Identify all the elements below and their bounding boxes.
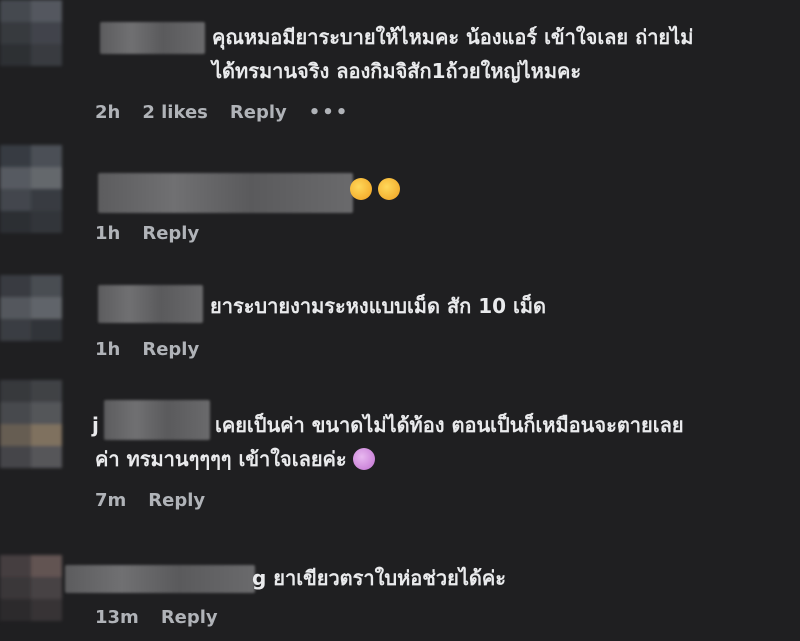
- rolling-laughing-icon: [378, 178, 400, 200]
- reply-button[interactable]: Reply: [230, 102, 287, 123]
- avatar[interactable]: [0, 380, 62, 468]
- likes-count[interactable]: 2 likes: [142, 102, 208, 123]
- comment-time: 7m: [95, 490, 127, 511]
- screaming-face-icon: [352, 448, 375, 470]
- comment-text-line-1: เคยเป็นค่า ขนาดไม่ได้ท้อง ตอนเป็นก็เหมือ…: [215, 413, 684, 437]
- comment-text-line-1: คุณหมอมียาระบายให้ไหมคะ น้องแอร์ เข้าใจเ…: [212, 25, 694, 49]
- comment-meta: 13m Reply: [95, 607, 218, 628]
- reply-button[interactable]: Reply: [161, 607, 218, 628]
- comment-item: j เคยเป็นค่า ขนาดไม่ได้ท้อง ตอนเป็นก็เหม…: [0, 380, 800, 530]
- avatar[interactable]: [0, 0, 62, 66]
- commenter-name[interactable]: [104, 400, 210, 440]
- reply-button[interactable]: Reply: [148, 490, 205, 511]
- comment-text-line-2-row: ค่า ทรมานๆๆๆๆ เข้าใจเลยค่ะ: [95, 444, 375, 474]
- grinning-squint-icon: [350, 178, 372, 200]
- comment-item: คุณหมอมียาระบายให้ไหมคะ น้องแอร์ เข้าใจเ…: [0, 0, 800, 130]
- comment-text-line-1: g ยาเขียวตราใบห่อช่วยได้ค่ะ: [252, 566, 506, 590]
- comment-emoji-row: [350, 178, 400, 200]
- comment-meta: 1h Reply: [95, 339, 199, 360]
- reply-button[interactable]: Reply: [142, 339, 199, 360]
- commenter-name[interactable]: [100, 22, 205, 54]
- comment-item: 1h Reply: [0, 145, 800, 255]
- commenter-name[interactable]: [98, 173, 353, 213]
- comment-text-line-1: ยาระบายงามระหงแบบเม็ด สัก 10 เม็ด: [210, 294, 547, 318]
- comment-time: 1h: [95, 223, 121, 244]
- comment-time: 1h: [95, 339, 121, 360]
- commenter-name[interactable]: [65, 565, 255, 593]
- avatar[interactable]: [0, 275, 62, 341]
- comment-meta: 7m Reply: [95, 490, 205, 511]
- comment-meta: 2h 2 likes Reply •••: [95, 102, 349, 123]
- comment-meta: 1h Reply: [95, 223, 199, 244]
- comment-text-line-2: ค่า ทรมานๆๆๆๆ เข้าใจเลยค่ะ: [95, 447, 347, 471]
- comment-time: 2h: [95, 102, 121, 123]
- commenter-name[interactable]: [98, 285, 203, 323]
- more-options-icon[interactable]: •••: [309, 102, 350, 123]
- comment-time: 13m: [95, 607, 139, 628]
- reply-button[interactable]: Reply: [142, 223, 199, 244]
- comment-text-line-2: ได้ทรมานจริง ลองกิมจิสัก1ถ้วยใหญ่ไหมคะ: [212, 59, 582, 83]
- comment-item: g ยาเขียวตราใบห่อช่วยได้ค่ะ 13m Reply: [0, 545, 800, 641]
- avatar[interactable]: [0, 555, 62, 621]
- comment-item: ยาระบายงามระหงแบบเม็ด สัก 10 เม็ด 1h Rep…: [0, 275, 800, 375]
- avatar[interactable]: [0, 145, 62, 233]
- commenter-name-prefix[interactable]: j: [92, 410, 99, 440]
